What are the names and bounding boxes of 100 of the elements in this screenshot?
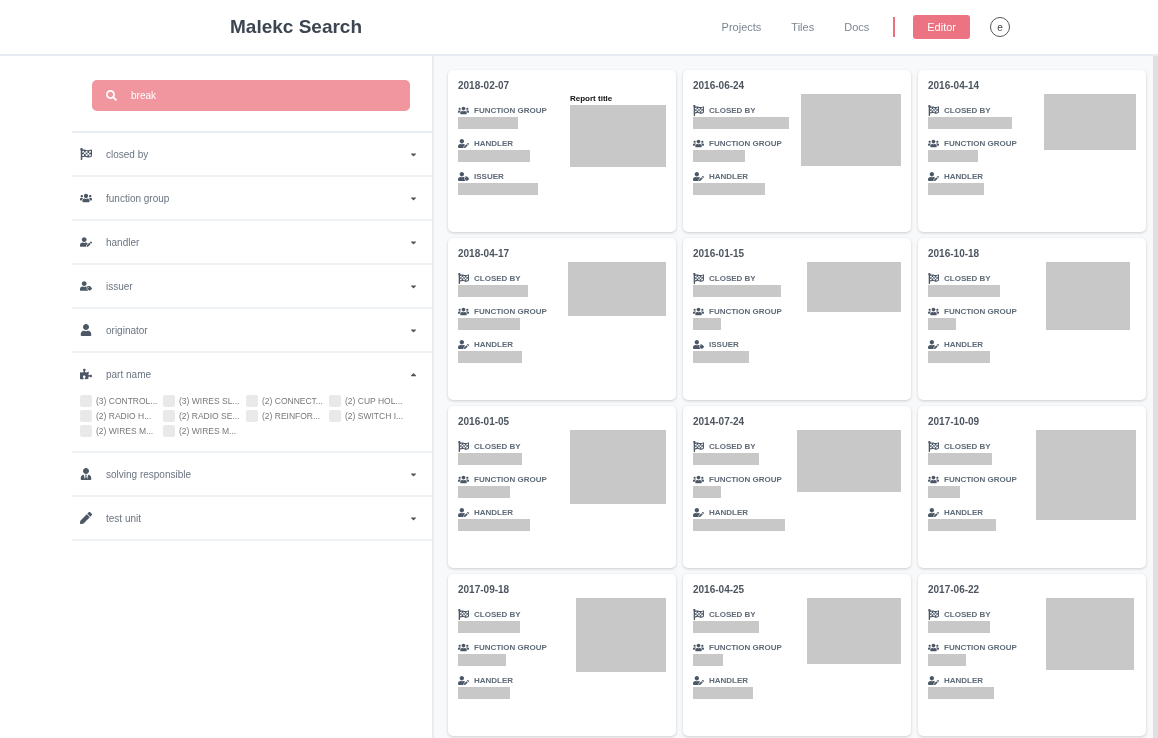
- redacted-value: [928, 183, 984, 195]
- field-label: FUNCTION GROUP: [474, 307, 547, 316]
- redacted-value: [928, 285, 1000, 297]
- field-label: FUNCTION GROUP: [944, 643, 1017, 652]
- field-label: HANDLER: [709, 676, 749, 685]
- user-pen-icon: [693, 675, 704, 686]
- field-label: CLOSED BY: [474, 442, 521, 451]
- field-label: CLOSED BY: [474, 610, 521, 619]
- user-pen-icon: [80, 236, 92, 248]
- image-caption: Report title: [570, 94, 614, 103]
- report-card[interactable]: 2016-01-05 CLOSED BY FUNCTION GROUP HANDLER: [448, 406, 676, 568]
- filter-label[interactable]: closed by: [106, 148, 395, 160]
- redacted-value: [458, 486, 510, 498]
- report-card[interactable]: 2016-10-18 CLOSED BY FUNCTION GROUP HANDLER: [918, 238, 1146, 400]
- report-date: 2016-04-14: [928, 80, 981, 91]
- filter-label[interactable]: handler: [106, 236, 395, 248]
- pen-icon: [80, 512, 92, 524]
- redacted-value: [928, 318, 956, 330]
- checkered-flag-icon: [693, 441, 704, 452]
- report-card[interactable]: 2017-06-22 CLOSED BY FUNCTION GROUP HANDLER: [918, 574, 1146, 736]
- option-label: (3) WIRES SL...: [179, 396, 240, 406]
- users-icon: [458, 105, 469, 116]
- field-label: ISSUER: [709, 340, 739, 349]
- checkered-flag-icon: [80, 148, 92, 160]
- field-label: CLOSED BY: [709, 274, 756, 283]
- report-card[interactable]: 2016-06-24 CLOSED BY FUNCTION GROUP HANDLER: [683, 70, 911, 232]
- field-label: HANDLER: [709, 508, 749, 517]
- report-date: 2016-01-15: [693, 248, 746, 259]
- redacted-value: [928, 351, 990, 363]
- user-pen-icon: [693, 171, 704, 182]
- redacted-value: [928, 687, 994, 699]
- report-card[interactable]: 2016-04-14 CLOSED BY FUNCTION GROUP HANDLER: [918, 70, 1146, 232]
- user-pen-icon: [928, 507, 939, 518]
- filter-label[interactable]: part name: [106, 368, 395, 380]
- redacted-value: [693, 150, 745, 162]
- redacted-value: [458, 654, 506, 666]
- report-card[interactable]: 2018-02-07 FUNCTION GROUP HANDLER ISSUER Report title: [448, 70, 676, 232]
- field-label: FUNCTION GROUP: [944, 139, 1017, 148]
- search-icon: [106, 90, 117, 101]
- users-icon: [693, 474, 704, 485]
- checkered-flag-icon: [693, 105, 704, 116]
- field-label: FUNCTION GROUP: [709, 475, 782, 484]
- redacted-value: [693, 318, 721, 330]
- field-label: CLOSED BY: [709, 442, 756, 451]
- filter-label[interactable]: issuer: [106, 280, 395, 292]
- report-card[interactable]: 2014-07-24 CLOSED BY FUNCTION GROUP HANDLER: [683, 406, 911, 568]
- field-label: HANDLER: [474, 676, 514, 685]
- report-card[interactable]: 2016-01-15 CLOSED BY FUNCTION GROUP ISSUER: [683, 238, 911, 400]
- user-pen-icon: [458, 507, 469, 518]
- users-icon: [458, 474, 469, 485]
- report-card[interactable]: 2018-04-17 CLOSED BY FUNCTION GROUP HANDLER: [448, 238, 676, 400]
- report-card[interactable]: 2016-04-25 CLOSED BY FUNCTION GROUP HANDLER: [683, 574, 911, 736]
- filter-label[interactable]: solving responsible: [106, 468, 395, 480]
- field-label: FUNCTION GROUP: [709, 643, 782, 652]
- filter-label[interactable]: test unit: [106, 512, 395, 524]
- field-label: CLOSED BY: [944, 442, 991, 451]
- nav-link[interactable]: Projects: [721, 21, 762, 33]
- filter-label[interactable]: originator: [106, 324, 395, 336]
- users-icon: [80, 192, 92, 204]
- field-label: FUNCTION GROUP: [474, 643, 547, 652]
- user-pen-icon: [928, 171, 939, 182]
- report-card[interactable]: 2017-09-18 CLOSED BY FUNCTION GROUP HANDLER: [448, 574, 676, 736]
- option-label: (3) CONTROL...: [96, 396, 158, 406]
- redacted-value: [458, 150, 530, 162]
- report-date: 2016-06-24: [693, 80, 746, 91]
- nav-link[interactable]: Tiles: [791, 21, 815, 33]
- field-label: CLOSED BY: [944, 610, 991, 619]
- redacted-value: [928, 150, 978, 162]
- users-icon: [928, 474, 939, 485]
- redacted-value: [458, 621, 520, 633]
- report-date: 2016-04-25: [693, 584, 746, 595]
- checkered-flag-icon: [458, 609, 469, 620]
- redacted-value: [693, 654, 723, 666]
- nav-link[interactable]: Docs: [844, 21, 870, 33]
- redacted-value: [693, 183, 765, 195]
- field-label: FUNCTION GROUP: [944, 475, 1017, 484]
- report-date: 2014-07-24: [693, 416, 746, 427]
- report-date: 2016-01-05: [458, 416, 511, 427]
- option-label: (2) RADIO H...: [96, 411, 152, 421]
- redacted-value: [693, 621, 759, 633]
- field-label: CLOSED BY: [474, 274, 521, 283]
- checkered-flag-icon: [928, 105, 939, 116]
- checkered-flag-icon: [693, 273, 704, 284]
- field-label: HANDLER: [944, 340, 984, 349]
- filter-label[interactable]: function group: [106, 192, 395, 204]
- redacted-value: [458, 519, 530, 531]
- field-label: HANDLER: [944, 676, 984, 685]
- field-label: FUNCTION GROUP: [944, 307, 1017, 316]
- checkered-flag-icon: [928, 609, 939, 620]
- field-label: HANDLER: [709, 172, 749, 181]
- redacted-value: [693, 351, 749, 363]
- field-label: CLOSED BY: [944, 274, 991, 283]
- field-label: HANDLER: [944, 172, 984, 181]
- user-tag-icon: [458, 171, 469, 182]
- user-pen-icon: [928, 675, 939, 686]
- report-card[interactable]: 2017-10-09 CLOSED BY FUNCTION GROUP HANDLER: [918, 406, 1146, 568]
- redacted-value: [928, 453, 992, 465]
- checkered-flag-icon: [458, 273, 469, 284]
- field-label: FUNCTION GROUP: [474, 106, 547, 115]
- option-label: (2) REINFOR...: [262, 411, 321, 421]
